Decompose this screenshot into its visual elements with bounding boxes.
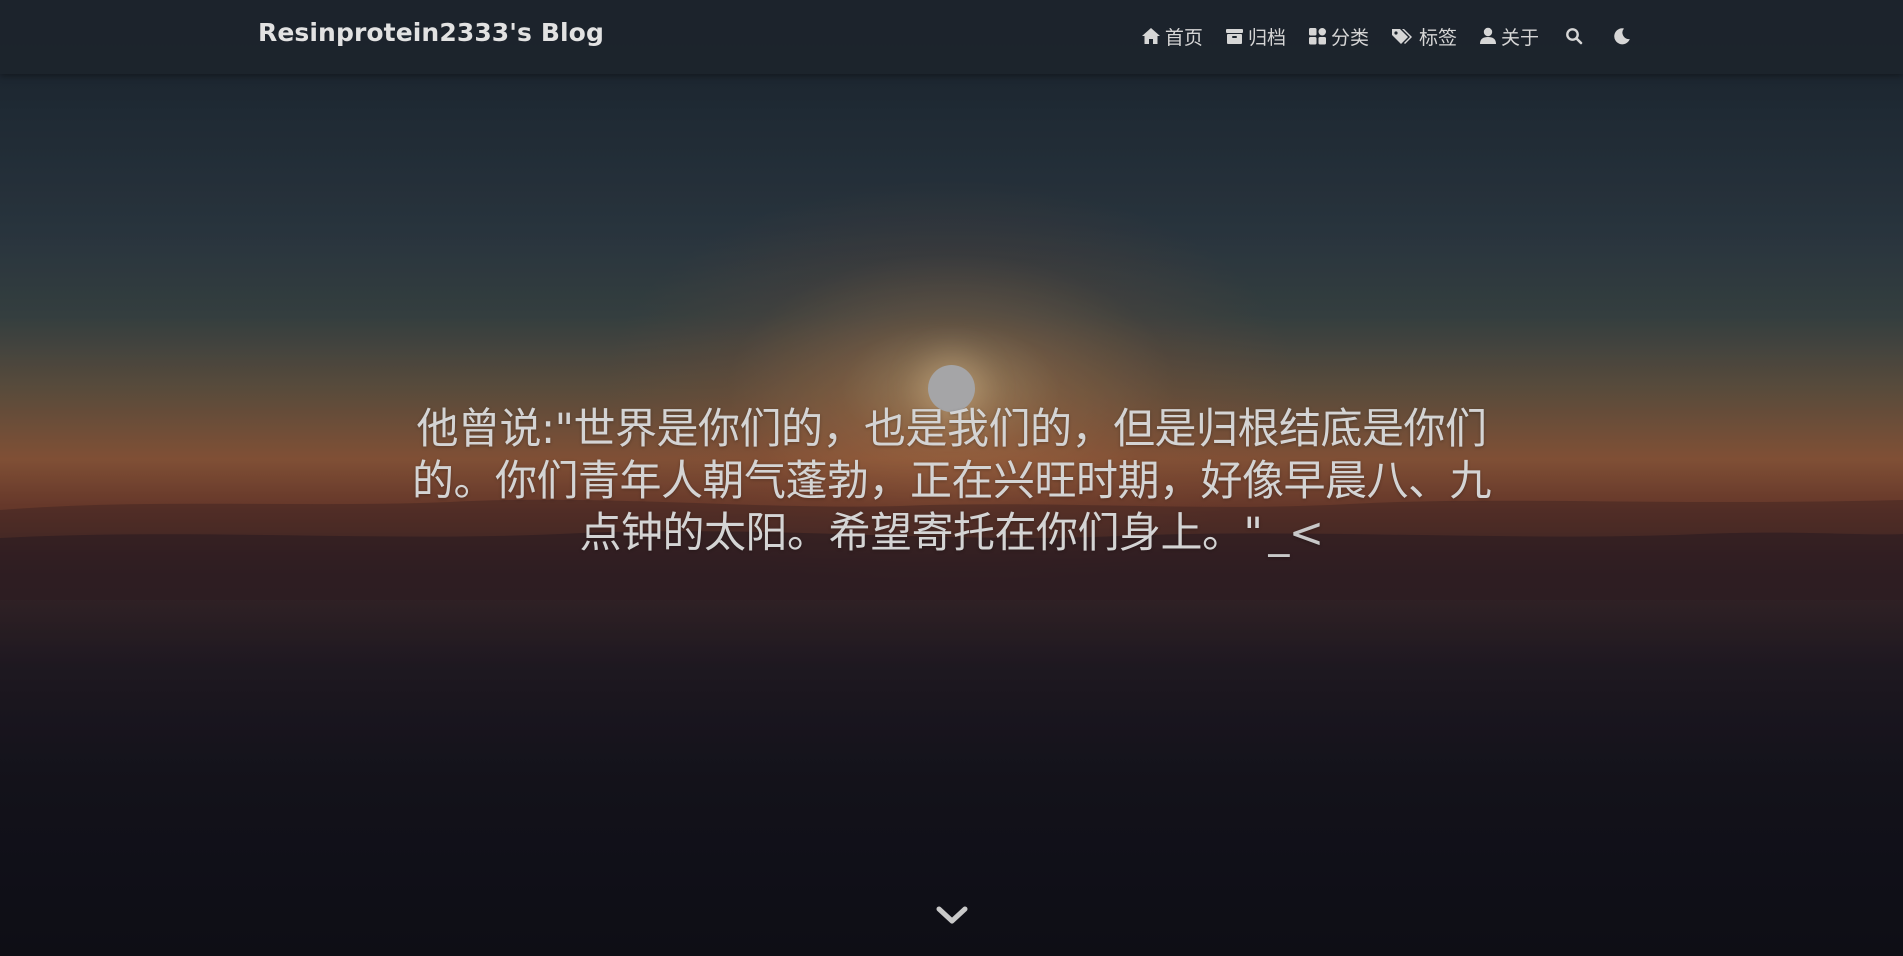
nav-item-about[interactable]: 关于 [1479,23,1539,50]
nav-menu: 首页 归档 分类 标签 关于 [1119,20,1635,52]
nav-label-tags: 标签 [1418,26,1457,49]
nav-label-about: 关于 [1500,26,1539,49]
nav-label-archive: 归档 [1247,26,1286,49]
search-icon [1566,28,1583,45]
hero: 他曾说:"世界是你们的，也是我们的，但是归根结底是你们的。你们青年人朝气蓬勃，正… [400,403,1503,559]
moon-icon [1614,28,1630,45]
archive-icon [1225,29,1243,44]
nav-item-tags[interactable]: 标签 [1391,23,1457,50]
nav-label-categories: 分类 [1330,26,1369,49]
theme-toggle-button[interactable] [1609,23,1635,49]
nav-label-home: 首页 [1164,26,1203,49]
search-button[interactable] [1561,23,1587,49]
category-icon [1308,28,1326,45]
brand-title[interactable]: Resinprotein2333's Blog [258,18,604,47]
slogan-text: 他曾说:"世界是你们的，也是我们的，但是归根结底是你们的。你们青年人朝气蓬勃，正… [411,404,1492,557]
home-icon [1141,28,1160,44]
user-icon [1479,27,1496,44]
nav-item-categories[interactable]: 分类 [1308,23,1369,50]
typing-cursor: _< [1268,508,1324,557]
page: Resinprotein2333's Blog 首页 归档 分类 标签 关于 他… [0,0,1903,956]
scroll-down-button[interactable] [936,902,968,928]
chevron-down-icon [936,906,968,924]
tags-icon [1391,29,1412,44]
navbar: Resinprotein2333's Blog 首页 归档 分类 标签 关于 [0,0,1903,74]
nav-item-archive[interactable]: 归档 [1225,23,1286,50]
hero-slogan: 他曾说:"世界是你们的，也是我们的，但是归根结底是你们的。你们青年人朝气蓬勃，正… [400,403,1503,559]
nav-item-home[interactable]: 首页 [1141,23,1203,50]
